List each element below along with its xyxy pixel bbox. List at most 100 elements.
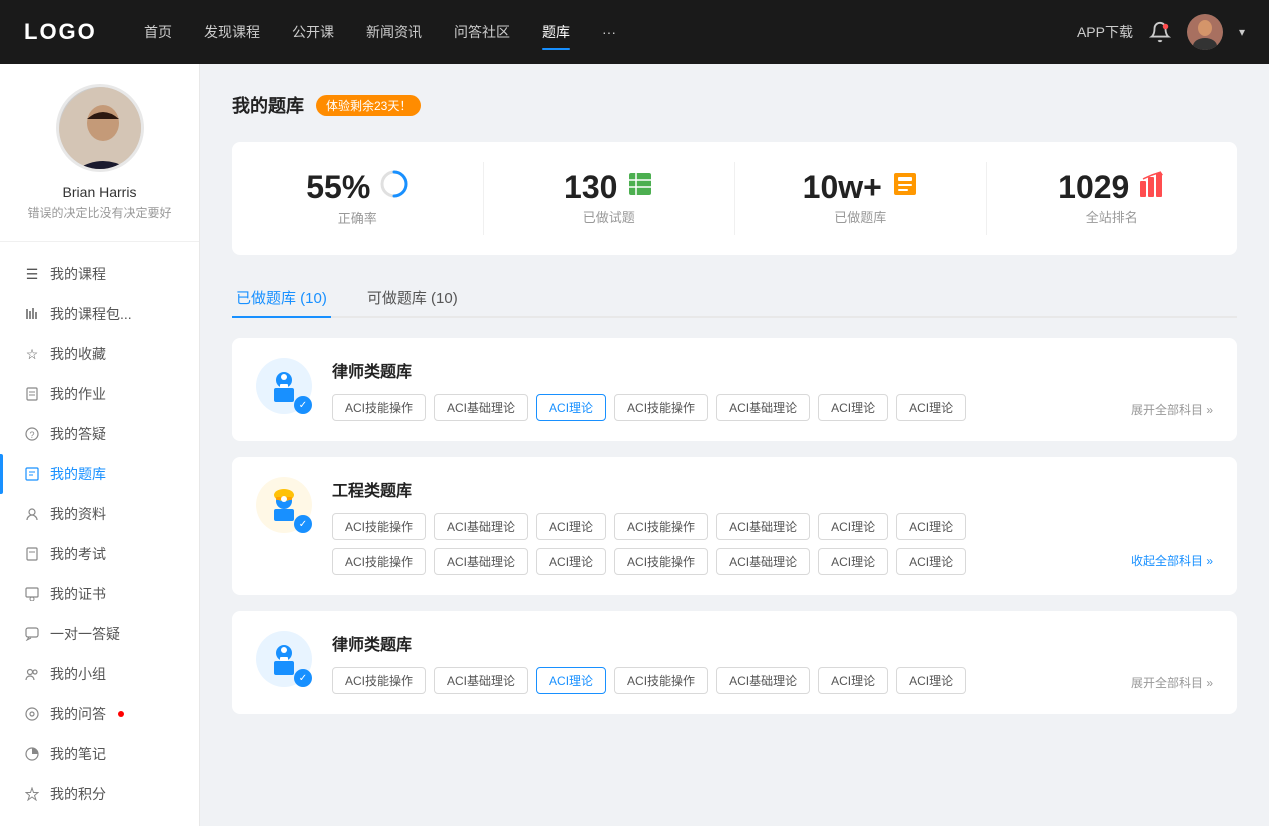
tag-item[interactable]: ACI基础理论 [434, 513, 528, 540]
user-avatar[interactable] [1187, 14, 1223, 50]
tag-item[interactable]: ACI技能操作 [332, 667, 426, 694]
stat-done-questions: 130 已做试题 [484, 162, 736, 235]
topnav: LOGO 首页 发现课程 公开课 新闻资讯 问答社区 题库 ··· APP下载 … [0, 0, 1269, 64]
qbank-title-3: 律师类题库 [332, 631, 1213, 655]
sidebar-item-one-on-one[interactable]: 一对一答疑 [0, 614, 199, 654]
main-layout: Brian Harris 错误的决定比没有决定要好 ☰ 我的课程 我的课程包..… [0, 64, 1269, 826]
sidebar-item-certificate[interactable]: 我的证书 [0, 574, 199, 614]
stat-number-done: 130 [564, 171, 617, 203]
tag-item[interactable]: ACI技能操作 [614, 394, 708, 421]
profile-icon [24, 506, 40, 522]
tag-item[interactable]: ACI技能操作 [332, 548, 426, 575]
notification-bell[interactable] [1149, 21, 1171, 43]
sidebar-label: 我的课程 [50, 264, 106, 284]
tag-item[interactable]: ACI理论 [818, 548, 888, 575]
sidebar-item-exam[interactable]: 我的考试 [0, 534, 199, 574]
tag-item[interactable]: ACI基础理论 [716, 513, 810, 540]
expand-link-2[interactable]: 收起全部科目 » [1131, 552, 1213, 575]
nav-item-news[interactable]: 新闻资讯 [366, 18, 422, 46]
stat-icon-rank [1139, 171, 1165, 203]
sidebar-label: 我的积分 [50, 784, 106, 804]
sidebar-item-homework[interactable]: 我的作业 [0, 374, 199, 414]
tag-item[interactable]: ACI基础理论 [434, 548, 528, 575]
sidebar-item-group[interactable]: 我的小组 [0, 654, 199, 694]
content-tabs: 已做题库 (10) 可做题库 (10) [232, 279, 1237, 318]
stat-label-done: 已做试题 [583, 207, 635, 226]
certificate-icon [24, 586, 40, 602]
sidebar-label: 我的答疑 [50, 424, 106, 444]
qbank-body-1: 律师类题库 ACI技能操作 ACI基础理论 ACI理论 ACI技能操作 ACI基… [332, 358, 1213, 421]
nav-item-more[interactable]: ··· [602, 20, 616, 44]
nav-menu: 首页 发现课程 公开课 新闻资讯 问答社区 题库 ··· [144, 18, 1077, 46]
qbank-body-2: 工程类题库 ACI技能操作 ACI基础理论 ACI理论 ACI技能操作 ACI基… [332, 477, 1213, 575]
qbank-tags-2-row2: ACI技能操作 ACI基础理论 ACI理论 ACI技能操作 ACI基础理论 AC… [332, 548, 1213, 575]
tag-item[interactable]: ACI基础理论 [716, 394, 810, 421]
tab-done-banks[interactable]: 已做题库 (10) [232, 279, 331, 318]
sidebar-label: 一对一答疑 [50, 624, 120, 644]
sidebar-avatar [56, 84, 144, 172]
sidebar-item-questions[interactable]: ? 我的答疑 [0, 414, 199, 454]
nav-item-qbank[interactable]: 题库 [542, 18, 570, 46]
sidebar-label: 我的问答 [50, 704, 106, 724]
group-icon [24, 666, 40, 682]
tag-item[interactable]: ACI基础理论 [434, 667, 528, 694]
sidebar-item-points[interactable]: 我的积分 [0, 774, 199, 814]
page-title: 我的题库 [232, 92, 304, 118]
topnav-right: APP下载 ▾ [1077, 14, 1245, 50]
sidebar-username: Brian Harris [63, 184, 137, 200]
sidebar-item-my-qa[interactable]: 我的问答 [0, 694, 199, 734]
sidebar-motto: 错误的决定比没有决定要好 [27, 204, 171, 221]
sidebar-label: 我的资料 [50, 504, 106, 524]
tag-item[interactable]: ACI技能操作 [332, 394, 426, 421]
tag-item[interactable]: ACI基础理论 [434, 394, 528, 421]
stats-row: 55% 正确率 130 [232, 142, 1237, 255]
sidebar: Brian Harris 错误的决定比没有决定要好 ☰ 我的课程 我的课程包..… [0, 64, 200, 826]
user-dropdown-arrow[interactable]: ▾ [1239, 25, 1245, 39]
qa-icon [24, 706, 40, 722]
app-download-link[interactable]: APP下载 [1077, 22, 1133, 42]
stat-label-banks: 已做题库 [834, 207, 886, 226]
sidebar-label: 我的作业 [50, 384, 106, 404]
tag-item[interactable]: ACI技能操作 [614, 667, 708, 694]
stat-done-banks: 10w+ 已做题库 [735, 162, 987, 235]
tag-item[interactable]: ACI技能操作 [614, 548, 708, 575]
tag-item[interactable]: ACI理论 [896, 667, 966, 694]
expand-link-3[interactable]: 展开全部科目 » [1131, 674, 1213, 691]
svg-text:?: ? [29, 430, 34, 440]
sidebar-menu: ☰ 我的课程 我的课程包... ☆ 我的收藏 我的作业 [0, 242, 199, 826]
tag-item[interactable]: ACI理论 [818, 667, 888, 694]
sidebar-item-course-package[interactable]: 我的课程包... [0, 294, 199, 334]
sidebar-item-qbank[interactable]: 我的题库 [0, 454, 199, 494]
tag-item-active[interactable]: ACI理论 [536, 394, 606, 421]
qbank-avatar-engineering: ✓ [256, 477, 312, 533]
tab-available-banks[interactable]: 可做题库 (10) [363, 279, 462, 318]
tag-item[interactable]: ACI理论 [536, 548, 606, 575]
question-icon: ? [24, 426, 40, 442]
sidebar-item-my-courses[interactable]: ☰ 我的课程 [0, 254, 199, 294]
sidebar-item-favorites[interactable]: ☆ 我的收藏 [0, 334, 199, 374]
tag-item[interactable]: ACI基础理论 [716, 548, 810, 575]
nav-item-open[interactable]: 公开课 [292, 18, 334, 46]
tag-item[interactable]: ACI基础理论 [716, 667, 810, 694]
nav-item-qa[interactable]: 问答社区 [454, 18, 510, 46]
check-badge: ✓ [294, 396, 312, 414]
tag-item[interactable]: ACI技能操作 [614, 513, 708, 540]
sidebar-item-profile[interactable]: 我的资料 [0, 494, 199, 534]
tag-item[interactable]: ACI理论 [818, 394, 888, 421]
nav-item-home[interactable]: 首页 [144, 18, 172, 46]
tag-item-active[interactable]: ACI理论 [536, 667, 606, 694]
qbank-card-1: ✓ 律师类题库 ACI技能操作 ACI基础理论 ACI理论 ACI技能操作 AC… [232, 338, 1237, 441]
tag-item[interactable]: ACI理论 [896, 513, 966, 540]
tag-item[interactable]: ACI技能操作 [332, 513, 426, 540]
tag-item[interactable]: ACI理论 [896, 548, 966, 575]
tag-item[interactable]: ACI理论 [896, 394, 966, 421]
tag-item[interactable]: ACI理论 [818, 513, 888, 540]
qbank-tags-2-row1: ACI技能操作 ACI基础理论 ACI理论 ACI技能操作 ACI基础理论 AC… [332, 513, 1213, 540]
nav-item-discover[interactable]: 发现课程 [204, 18, 260, 46]
stat-label-correct: 正确率 [338, 208, 377, 227]
tag-item[interactable]: ACI理论 [536, 513, 606, 540]
sidebar-label: 我的收藏 [50, 344, 106, 364]
sidebar-item-notes[interactable]: 我的笔记 [0, 734, 199, 774]
expand-link-1[interactable]: 展开全部科目 » [1131, 401, 1213, 418]
qbank-tags-1: ACI技能操作 ACI基础理论 ACI理论 ACI技能操作 ACI基础理论 AC… [332, 394, 1213, 421]
